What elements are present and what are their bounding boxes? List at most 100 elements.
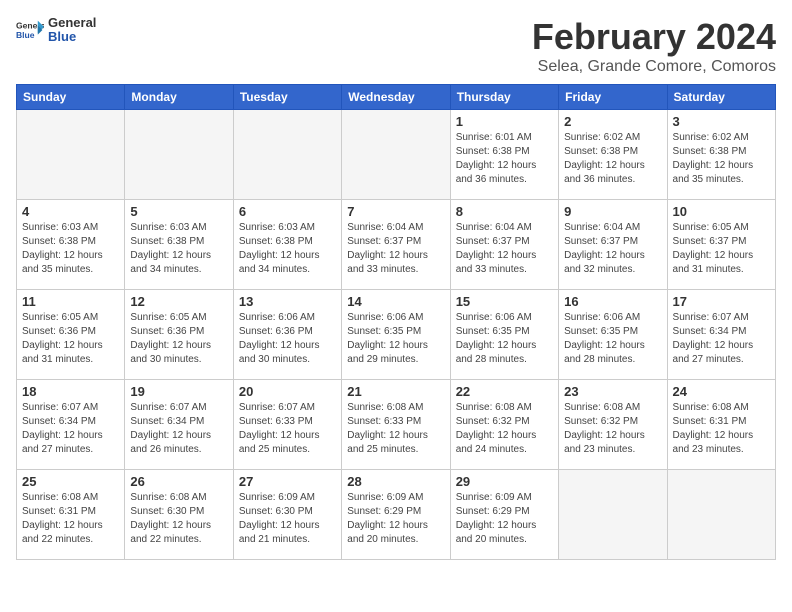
calendar-cell: 16 Sunrise: 6:06 AM Sunset: 6:35 PM Dayli…: [559, 290, 667, 380]
calendar-cell: [17, 110, 125, 200]
day-number: 8: [456, 204, 553, 219]
day-number: 23: [564, 384, 661, 399]
day-number: 16: [564, 294, 661, 309]
day-info: Sunrise: 6:08 AM Sunset: 6:32 PM Dayligh…: [564, 401, 661, 457]
calendar-cell: 28Sunrise: 6:09 AM Sunset: 6:29 PM Dayli…: [342, 470, 450, 560]
day-info: Sunrise: 6:07 AM Sunset: 6:34 PM Dayligh…: [22, 401, 119, 457]
calendar-cell: 23 Sunrise: 6:08 AM Sunset: 6:32 PM Dayli…: [559, 380, 667, 470]
day-number: 25: [22, 474, 119, 489]
day-number: 11: [22, 294, 119, 309]
calendar-cell: 29 Sunrise: 6:09 AM Sunset: 6:29 PM Dayli…: [450, 470, 558, 560]
calendar-cell: 26Sunrise: 6:08 AM Sunset: 6:30 PM Dayli…: [125, 470, 233, 560]
day-number: 21: [347, 384, 444, 399]
day-number: 3: [673, 114, 770, 129]
day-number: 14: [347, 294, 444, 309]
calendar-cell: 6 Sunrise: 6:03 AM Sunset: 6:38 PM Daylig…: [233, 200, 341, 290]
day-number: 2: [564, 114, 661, 129]
day-info: Sunrise: 6:02 AM Sunset: 6:38 PM Dayligh…: [673, 131, 770, 187]
calendar-cell: 20Sunrise: 6:07 AM Sunset: 6:33 PM Dayli…: [233, 380, 341, 470]
weekday-header-wednesday: Wednesday: [342, 85, 450, 110]
calendar-cell: 18 Sunrise: 6:07 AM Sunset: 6:34 PM Dayli…: [17, 380, 125, 470]
calendar-cell: 10 Sunrise: 6:05 AM Sunset: 6:37 PM Dayli…: [667, 200, 775, 290]
day-number: 12: [130, 294, 227, 309]
calendar-cell: 17Sunrise: 6:07 AM Sunset: 6:34 PM Dayli…: [667, 290, 775, 380]
day-info: Sunrise: 6:06 AM Sunset: 6:35 PM Dayligh…: [456, 311, 553, 367]
calendar-cell: 14 Sunrise: 6:06 AM Sunset: 6:35 PM Dayli…: [342, 290, 450, 380]
calendar-title: February 2024: [532, 16, 776, 58]
day-number: 24: [673, 384, 770, 399]
calendar-cell: 21 Sunrise: 6:08 AM Sunset: 6:33 PM Dayli…: [342, 380, 450, 470]
day-number: 22: [456, 384, 553, 399]
calendar-cell: 3 Sunrise: 6:02 AM Sunset: 6:38 PM Daylig…: [667, 110, 775, 200]
svg-text:Blue: Blue: [16, 30, 35, 40]
calendar-cell: 4 Sunrise: 6:03 AM Sunset: 6:38 PM Daylig…: [17, 200, 125, 290]
day-number: 1: [456, 114, 553, 129]
weekday-header-row: SundayMondayTuesdayWednesdayThursdayFrid…: [17, 85, 776, 110]
week-row-5: 25 Sunrise: 6:08 AM Sunset: 6:31 PM Dayli…: [17, 470, 776, 560]
day-number: 6: [239, 204, 336, 219]
logo: General Blue General Blue: [16, 16, 96, 45]
weekday-header-monday: Monday: [125, 85, 233, 110]
week-row-2: 4 Sunrise: 6:03 AM Sunset: 6:38 PM Daylig…: [17, 200, 776, 290]
calendar-cell: 7 Sunrise: 6:04 AM Sunset: 6:37 PM Daylig…: [342, 200, 450, 290]
day-info: Sunrise: 6:08 AM Sunset: 6:33 PM Dayligh…: [347, 401, 444, 457]
calendar-subtitle: Selea, Grande Comore, Comoros: [532, 58, 776, 76]
week-row-3: 11 Sunrise: 6:05 AM Sunset: 6:36 PM Dayli…: [17, 290, 776, 380]
calendar-cell: 19 Sunrise: 6:07 AM Sunset: 6:34 PM Dayli…: [125, 380, 233, 470]
title-area: February 2024 Selea, Grande Comore, Como…: [532, 16, 776, 76]
logo-icon: General Blue: [16, 19, 44, 41]
day-number: 29: [456, 474, 553, 489]
day-info: Sunrise: 6:03 AM Sunset: 6:38 PM Dayligh…: [22, 221, 119, 277]
day-info: Sunrise: 6:06 AM Sunset: 6:35 PM Dayligh…: [347, 311, 444, 367]
day-info: Sunrise: 6:06 AM Sunset: 6:35 PM Dayligh…: [564, 311, 661, 367]
day-info: Sunrise: 6:05 AM Sunset: 6:37 PM Dayligh…: [673, 221, 770, 277]
day-info: Sunrise: 6:09 AM Sunset: 6:29 PM Dayligh…: [456, 491, 553, 547]
header: General Blue General Blue February 2024 …: [16, 16, 776, 76]
week-row-4: 18 Sunrise: 6:07 AM Sunset: 6:34 PM Dayli…: [17, 380, 776, 470]
weekday-header-tuesday: Tuesday: [233, 85, 341, 110]
day-info: Sunrise: 6:09 AM Sunset: 6:30 PM Dayligh…: [239, 491, 336, 547]
calendar-cell: 25 Sunrise: 6:08 AM Sunset: 6:31 PM Dayli…: [17, 470, 125, 560]
calendar-cell: 22 Sunrise: 6:08 AM Sunset: 6:32 PM Dayli…: [450, 380, 558, 470]
day-info: Sunrise: 6:05 AM Sunset: 6:36 PM Dayligh…: [130, 311, 227, 367]
day-info: Sunrise: 6:08 AM Sunset: 6:32 PM Dayligh…: [456, 401, 553, 457]
calendar-cell: 9 Sunrise: 6:04 AM Sunset: 6:37 PM Daylig…: [559, 200, 667, 290]
day-info: Sunrise: 6:03 AM Sunset: 6:38 PM Dayligh…: [239, 221, 336, 277]
calendar-cell: [125, 110, 233, 200]
day-info: Sunrise: 6:04 AM Sunset: 6:37 PM Dayligh…: [564, 221, 661, 277]
logo-general-text: General: [48, 16, 96, 30]
calendar-cell: 12 Sunrise: 6:05 AM Sunset: 6:36 PM Dayli…: [125, 290, 233, 380]
day-number: 13: [239, 294, 336, 309]
calendar-cell: 11Sunrise: 6:05 AM Sunset: 6:36 PM Dayli…: [17, 290, 125, 380]
day-info: Sunrise: 6:09 AM Sunset: 6:29 PM Dayligh…: [347, 491, 444, 547]
day-number: 10: [673, 204, 770, 219]
day-number: 5: [130, 204, 227, 219]
day-number: 27: [239, 474, 336, 489]
logo-blue-text: Blue: [48, 30, 96, 44]
day-number: 7: [347, 204, 444, 219]
weekday-header-friday: Friday: [559, 85, 667, 110]
day-info: Sunrise: 6:07 AM Sunset: 6:33 PM Dayligh…: [239, 401, 336, 457]
calendar-cell: 15 Sunrise: 6:06 AM Sunset: 6:35 PM Dayli…: [450, 290, 558, 380]
day-number: 15: [456, 294, 553, 309]
day-info: Sunrise: 6:07 AM Sunset: 6:34 PM Dayligh…: [673, 311, 770, 367]
day-number: 19: [130, 384, 227, 399]
day-number: 9: [564, 204, 661, 219]
calendar-cell: 27 Sunrise: 6:09 AM Sunset: 6:30 PM Dayli…: [233, 470, 341, 560]
calendar-cell: 13Sunrise: 6:06 AM Sunset: 6:36 PM Dayli…: [233, 290, 341, 380]
weekday-header-sunday: Sunday: [17, 85, 125, 110]
day-info: Sunrise: 6:04 AM Sunset: 6:37 PM Dayligh…: [347, 221, 444, 277]
calendar-cell: 5 Sunrise: 6:03 AM Sunset: 6:38 PM Daylig…: [125, 200, 233, 290]
calendar-table: SundayMondayTuesdayWednesdayThursdayFrid…: [16, 84, 776, 560]
day-info: Sunrise: 6:03 AM Sunset: 6:38 PM Dayligh…: [130, 221, 227, 277]
calendar-cell: [667, 470, 775, 560]
day-info: Sunrise: 6:07 AM Sunset: 6:34 PM Dayligh…: [130, 401, 227, 457]
calendar-cell: [559, 470, 667, 560]
calendar-cell: [233, 110, 341, 200]
day-info: Sunrise: 6:08 AM Sunset: 6:31 PM Dayligh…: [22, 491, 119, 547]
day-number: 18: [22, 384, 119, 399]
day-info: Sunrise: 6:01 AM Sunset: 6:38 PM Dayligh…: [456, 131, 553, 187]
weekday-header-saturday: Saturday: [667, 85, 775, 110]
day-number: 4: [22, 204, 119, 219]
calendar-cell: 1 Sunrise: 6:01 AM Sunset: 6:38 PM Daylig…: [450, 110, 558, 200]
